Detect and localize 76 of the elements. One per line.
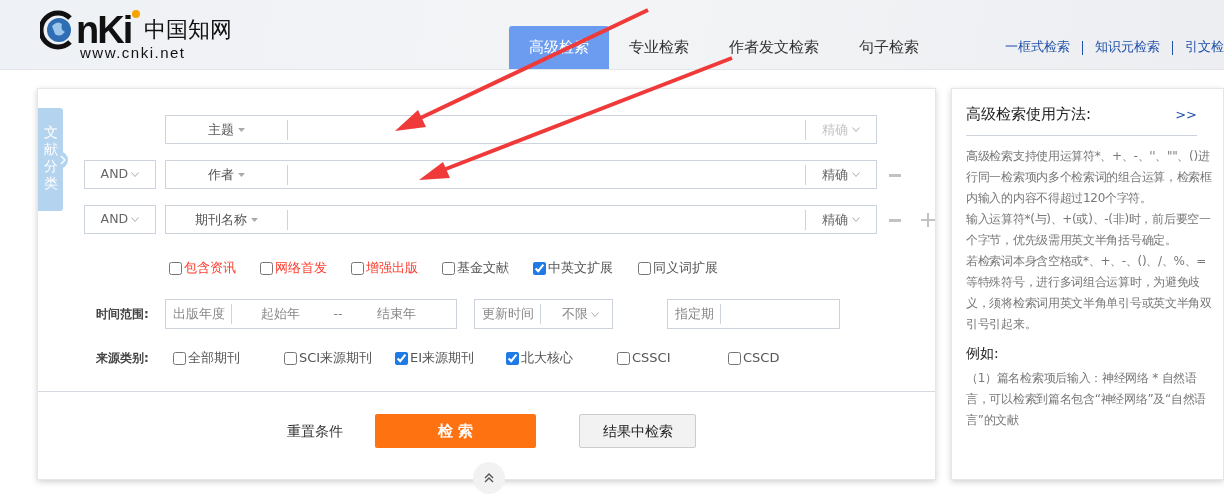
field-label: 来源类别: (96, 350, 150, 367)
separator-text: -- (332, 304, 344, 323)
more-link[interactable]: >> (1175, 104, 1197, 124)
checkbox[interactable] (173, 351, 186, 365)
chevron-down-icon (851, 217, 860, 222)
dropdown-value[interactable]: 不限 (561, 304, 599, 324)
field-label: 时间范围: (96, 306, 150, 323)
chevron-down-icon (131, 217, 140, 222)
logo-url: www.cnki.net (80, 46, 187, 60)
date-range-field[interactable]: 出版年度 起始年 -- 结束年 (165, 299, 457, 329)
search-within-button[interactable]: 结果中检索 (579, 414, 696, 448)
checkbox[interactable] (351, 261, 364, 275)
logo-name: 中国知网 (144, 16, 233, 44)
tab[interactable]: 专业检索 (609, 26, 709, 69)
search-field[interactable]: 期刊名称 精确 (165, 205, 877, 234)
chevron-down-icon (591, 311, 599, 317)
checkbox[interactable] (638, 261, 651, 275)
checkbox[interactable] (728, 351, 741, 365)
checkbox[interactable] (169, 261, 182, 275)
chevron-down-icon (851, 172, 860, 177)
chevron-down-icon (131, 172, 140, 177)
help-text: 输入运算符*(与)、+(或)、-(非)时，前后要空一个字节，优先级需用英文半角括号确定。 (966, 210, 1212, 249)
double-chevron-up-icon (483, 472, 495, 484)
checkbox-label: 同义词扩展 (653, 259, 718, 278)
update-time-field[interactable]: 更新时间 不限 (474, 299, 613, 329)
reset-button[interactable]: 重置条件 (281, 419, 375, 443)
help-text: 若检索词本身含空格或*、+、-、()、/、%、=等特殊符号，进行多词组合运算时，为避免歧义，须将检索词用英文半角单引号或英文半角双引号引起来。 (966, 252, 1212, 333)
caret-icon (237, 172, 245, 177)
operator-dropdown[interactable]: AND (84, 160, 156, 189)
field-label: 更新时间 (480, 304, 535, 323)
field-label: 出版年度 (171, 304, 226, 323)
checkbox-label: 基金文献 (457, 259, 509, 278)
section-title: 例如: (966, 343, 1000, 363)
tab[interactable]: 作者发文检索 (709, 26, 839, 69)
checkbox-label: 包含资讯 (184, 259, 236, 278)
checkbox[interactable] (260, 261, 273, 275)
checkbox[interactable] (506, 351, 519, 365)
nav-link[interactable]: 一框式检索 (1005, 38, 1070, 57)
issue-field[interactable]: 指定期 (667, 299, 840, 329)
end-year-field[interactable]: 结束年 (348, 304, 444, 324)
match-dropdown[interactable]: 精确 (806, 208, 876, 231)
field-dropdown[interactable]: 期刊名称 (166, 208, 287, 231)
checkbox-label: CSCD (743, 349, 780, 368)
checkbox-label: 全部期刊 (188, 349, 240, 368)
chevron-down-icon (851, 127, 860, 132)
panel-title: 高级检索使用方法: (966, 104, 1092, 125)
checkbox-label: 中英文扩展 (548, 259, 613, 278)
checkbox-label: CSSCI (632, 349, 671, 368)
nav-link[interactable]: 引文检 (1185, 38, 1224, 57)
field-dropdown[interactable]: 主题 (166, 118, 287, 141)
nav-link[interactable]: 知识元检索 (1095, 38, 1160, 57)
checkbox[interactable] (617, 351, 630, 365)
operator-dropdown[interactable]: AND (84, 205, 156, 234)
checkbox-label: EI来源期刊 (410, 349, 475, 368)
help-text: （1）篇名检索项后输入：神经网络 * 自然语言，可以检索到篇名包含“神经网络”及“自然语言”的文献 (966, 369, 1208, 429)
checkbox-label: 北大核心 (521, 349, 573, 368)
dot-icon (132, 10, 141, 18)
field-label: 指定期 (673, 304, 715, 323)
search-field[interactable]: 作者 精确 (165, 160, 877, 189)
field-dropdown[interactable]: 作者 (166, 163, 287, 186)
checkbox[interactable] (284, 351, 297, 365)
match-dropdown[interactable]: 精确 (806, 163, 876, 186)
checkbox-label: 网络首发 (275, 259, 327, 278)
checkbox-label: SCI来源期刊 (299, 349, 373, 368)
help-text: 高级检索支持使用运算符*、+、-、''、""、()进行同一检索项内多个检索词的组合运算，检索框内输入的内容不得超过120个字符。 (966, 147, 1212, 207)
caret-icon (250, 217, 258, 222)
checkbox-label: 增强出版 (366, 259, 418, 278)
checkbox[interactable] (395, 351, 408, 365)
tab[interactable]: 句子检索 (839, 26, 939, 69)
search-field[interactable]: 主题 精确 (165, 115, 877, 144)
checkbox[interactable] (533, 261, 546, 275)
logo-wordmark: nKi (76, 13, 132, 47)
start-year-field[interactable]: 起始年 (232, 304, 328, 324)
collapse-button[interactable] (473, 462, 505, 494)
checkbox[interactable] (442, 261, 455, 275)
caret-icon (237, 127, 245, 132)
